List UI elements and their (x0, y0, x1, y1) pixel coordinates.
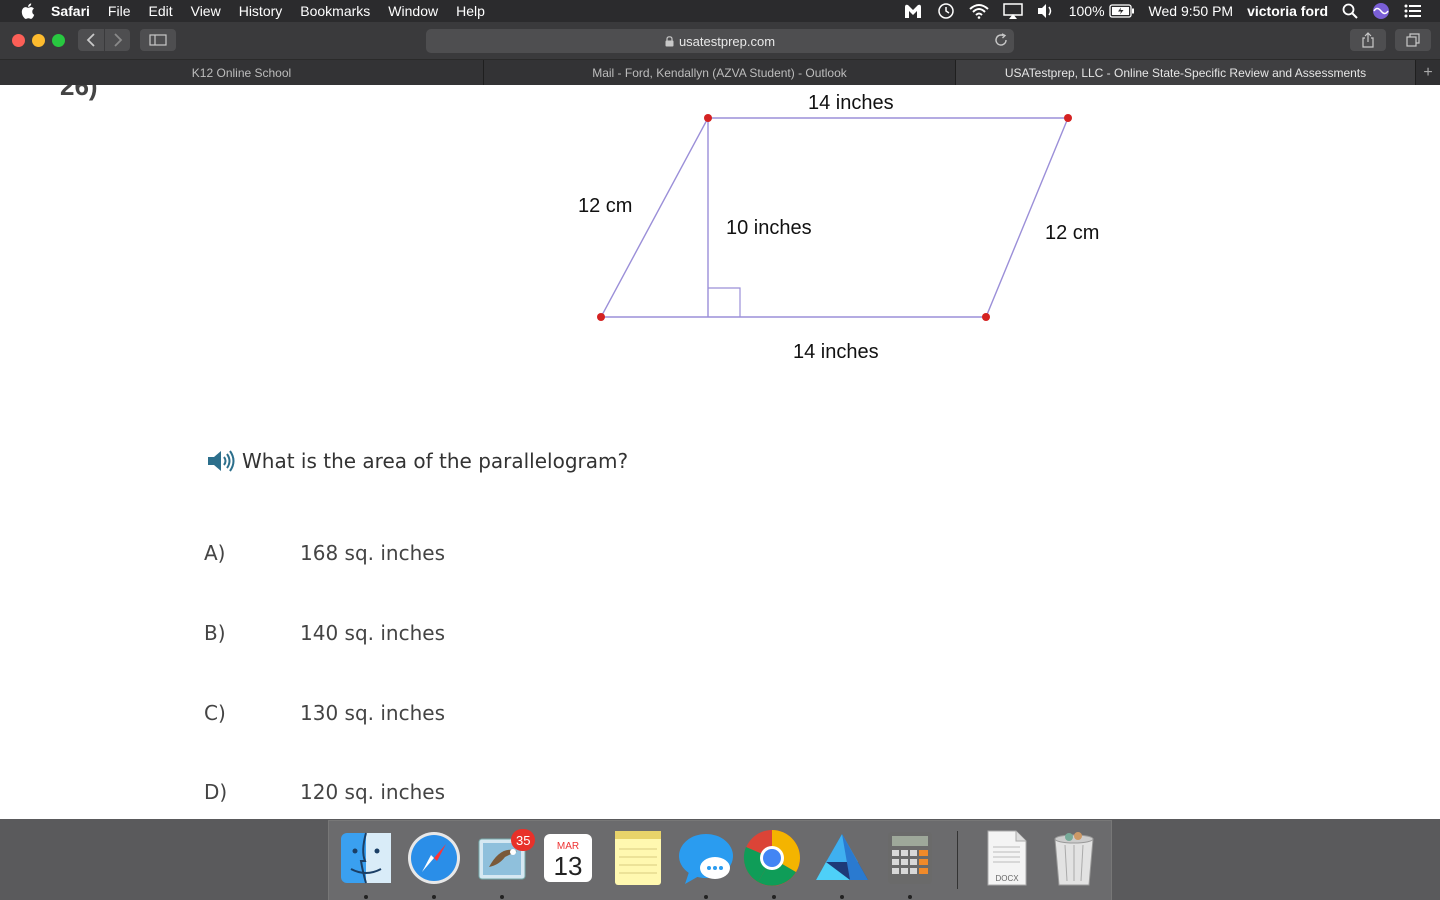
question-number: 26) (60, 85, 98, 101)
menu-app-name[interactable]: Safari (51, 3, 90, 19)
choice-letter: B) (204, 621, 226, 645)
affinity-photo-icon[interactable] (813, 829, 871, 887)
share-button[interactable] (1350, 29, 1386, 51)
window-fullscreen-button[interactable] (52, 34, 65, 47)
page-content: 26) 14 inches 14 inches 12 cm 12 cm 10 i… (0, 85, 1440, 819)
battery-percent: 100% (1068, 3, 1105, 19)
choice-letter: A) (204, 541, 226, 565)
parallelogram-outline (599, 117, 1070, 318)
messages-running-indicator (704, 895, 708, 899)
speaker-icon[interactable] (206, 449, 236, 473)
tab-k12-online-school[interactable]: K12 Online School (0, 60, 484, 85)
choice-text: 168 sq. inches (300, 541, 445, 565)
window-close-button[interactable] (12, 34, 25, 47)
choice-text: 140 sq. inches (300, 621, 445, 645)
menu-file[interactable]: File (108, 3, 131, 19)
menu-user[interactable]: victoria ford (1247, 3, 1328, 19)
menu-clock[interactable]: Wed 9:50 PM (1149, 3, 1234, 19)
calculator-icon[interactable] (881, 829, 939, 887)
show-sidebar-button[interactable] (140, 29, 176, 51)
vertex-bottom-left (597, 313, 605, 321)
tab-bar: K12 Online School Mail - Ford, Kendallyn… (0, 60, 1440, 85)
safari-icon[interactable] (405, 829, 463, 887)
choice-text: 120 sq. inches (300, 780, 445, 804)
parallelogram-figure: 14 inches 14 inches 12 cm 12 cm 10 inche… (578, 92, 1099, 363)
tabs-overview-icon (1406, 33, 1420, 47)
tab-usatestprep[interactable]: USATestprep, LLC - Online State-Specific… (956, 60, 1416, 85)
menu-bar: Safari File Edit View History Bookmarks … (0, 0, 1440, 22)
finder-icon[interactable] (337, 829, 395, 887)
mail-unread-badge: 35 (511, 829, 536, 851)
affinity-photo-running-indicator (840, 895, 844, 899)
window-minimize-button[interactable] (32, 34, 45, 47)
right-angle-marker (708, 287, 741, 317)
menu-view[interactable]: View (191, 3, 221, 19)
time-machine-icon[interactable] (937, 2, 955, 20)
choice-text: 130 sq. inches (300, 701, 445, 725)
choice-letter: C) (204, 701, 226, 725)
sidebar-icon (149, 34, 167, 46)
label-left-side: 12 cm (578, 195, 632, 217)
question-text: What is the area of the parallelogram? (242, 449, 629, 473)
calendar-day: 13 (554, 851, 583, 881)
safari-running-indicator (432, 895, 436, 899)
apple-menu-icon[interactable] (19, 3, 37, 19)
reload-icon[interactable] (994, 33, 1008, 47)
back-button[interactable] (78, 29, 104, 51)
menu-history[interactable]: History (239, 3, 283, 19)
messages-icon[interactable] (677, 829, 735, 887)
vertex-bottom-right (982, 313, 990, 321)
siri-icon[interactable] (1372, 2, 1390, 20)
label-right-side: 12 cm (1045, 222, 1099, 244)
volume-icon[interactable] (1037, 3, 1055, 19)
trash-icon[interactable] (1045, 829, 1103, 887)
mail-running-indicator (500, 895, 504, 899)
wifi-icon[interactable] (969, 3, 989, 19)
forward-button[interactable] (104, 29, 130, 51)
menu-bookmarks[interactable]: Bookmarks (300, 3, 370, 19)
dock: 35 MAR 13 DOCX (328, 820, 1112, 900)
chevron-right-icon (113, 33, 122, 47)
label-height: 10 inches (726, 217, 812, 239)
calculator-running-indicator (908, 895, 912, 899)
show-all-tabs-button[interactable] (1395, 29, 1431, 51)
browser-toolbar: usatestprep.com (0, 22, 1440, 60)
finder-running-indicator (364, 895, 368, 899)
airplay-icon[interactable] (1002, 3, 1023, 19)
tab-outlook-mail[interactable]: Mail - Ford, Kendallyn (AZVA Student) - … (484, 60, 956, 85)
menu-edit[interactable]: Edit (148, 3, 172, 19)
new-tab-button[interactable]: + (1416, 60, 1440, 85)
notes-icon[interactable] (609, 829, 667, 887)
choice-letter: D) (204, 780, 228, 804)
menu-help[interactable]: Help (456, 3, 485, 19)
docx-file-icon[interactable]: DOCX (977, 829, 1035, 887)
chevron-left-icon (86, 33, 95, 47)
spotlight-search-icon[interactable] (1342, 3, 1358, 19)
dock-separator (957, 831, 958, 889)
chrome-icon[interactable] (743, 829, 801, 887)
calendar-icon[interactable]: MAR 13 (539, 829, 597, 887)
vertex-top-left (704, 114, 712, 122)
share-icon (1362, 32, 1374, 48)
lock-icon (665, 35, 674, 47)
url-text: usatestprep.com (678, 33, 776, 49)
address-bar[interactable]: usatestprep.com (426, 29, 1014, 53)
docx-label: DOCX (995, 874, 1019, 883)
battery-icon[interactable] (1108, 4, 1135, 18)
label-bottom-side: 14 inches (793, 341, 879, 363)
question-prompt: What is the area of the parallelogram? (206, 449, 628, 473)
chrome-running-indicator (772, 895, 776, 899)
vertex-top-right (1064, 114, 1072, 122)
notification-center-icon[interactable] (1404, 4, 1422, 18)
menu-window[interactable]: Window (388, 3, 438, 19)
label-top-side: 14 inches (808, 92, 894, 114)
malwarebytes-icon[interactable] (903, 3, 923, 19)
